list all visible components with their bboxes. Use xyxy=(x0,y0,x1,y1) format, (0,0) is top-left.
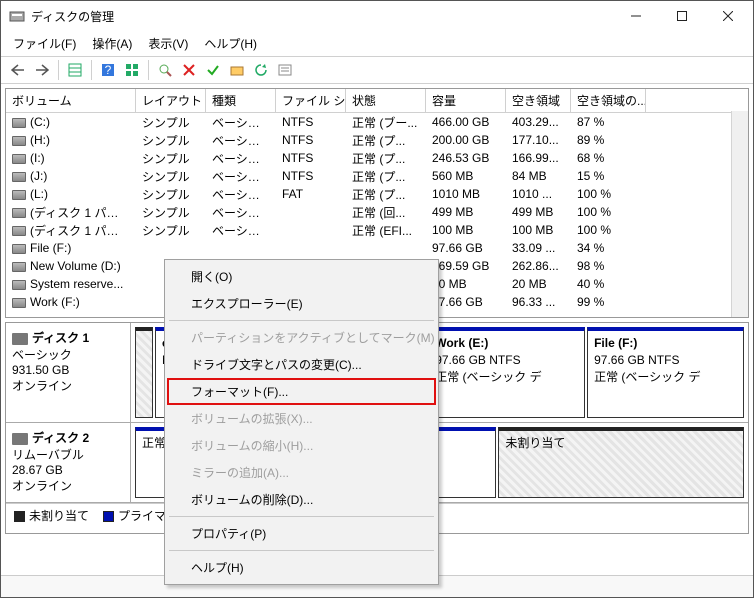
context-menu: 開く(O) エクスプローラー(E) パーティションをアクティブとしてマーク(M)… xyxy=(164,259,439,585)
table-row[interactable]: (C:) シンプルベーシック NTFS正常 (ブー... 466.00 GB40… xyxy=(6,113,748,131)
menu-action[interactable]: 操作(A) xyxy=(86,33,138,54)
disk-size: 28.67 GB xyxy=(12,463,124,477)
ctx-open[interactable]: 開く(O) xyxy=(167,263,436,290)
table-row[interactable]: (J:) シンプルベーシック NTFS正常 (プ... 560 MB84 MB1… xyxy=(6,167,748,185)
partition[interactable]: Work (E:)97.66 GB NTFS正常 (ベーシック デ xyxy=(428,327,585,418)
table-row[interactable]: (L:) シンプルベーシック FAT正常 (プ... 1010 MB1010 .… xyxy=(6,185,748,203)
col-layout[interactable]: レイアウト xyxy=(136,89,206,112)
back-button[interactable] xyxy=(7,59,29,81)
close-button[interactable] xyxy=(705,1,751,31)
refresh-icon[interactable] xyxy=(250,59,272,81)
disk-title: ディスク 2 xyxy=(32,431,89,445)
table-view-icon[interactable] xyxy=(64,59,86,81)
ctx-mark-active: パーティションをアクティブとしてマーク(M) xyxy=(167,324,436,351)
col-status[interactable]: 状態 xyxy=(346,89,426,112)
search-icon[interactable] xyxy=(154,59,176,81)
ctx-change-letter[interactable]: ドライブ文字とパスの変更(C)... xyxy=(167,351,436,378)
menu-bar: ファイル(F) 操作(A) 表示(V) ヘルプ(H) xyxy=(1,31,753,56)
ctx-extend: ボリュームの拡張(X)... xyxy=(167,405,436,432)
col-fs[interactable]: ファイル シ... xyxy=(276,89,346,112)
col-capacity[interactable]: 容量 xyxy=(426,89,506,112)
maximize-button[interactable] xyxy=(659,1,705,31)
disk-type: ベーシック xyxy=(12,346,124,363)
disk-info[interactable]: ディスク 1 ベーシック 931.50 GB オンライン xyxy=(6,323,131,422)
app-icon xyxy=(9,8,25,24)
list-header: ボリューム レイアウト 種類 ファイル シ... 状態 容量 空き領域 空き領域… xyxy=(6,89,748,113)
folder-icon[interactable] xyxy=(226,59,248,81)
toolbar: ? xyxy=(1,56,753,84)
menu-help[interactable]: ヘルプ(H) xyxy=(198,33,263,54)
delete-icon[interactable] xyxy=(178,59,200,81)
disk-info[interactable]: ディスク 2 リムーバブル 28.67 GB オンライン xyxy=(6,423,131,502)
ctx-mirror: ミラーの追加(A)... xyxy=(167,459,436,486)
table-row[interactable]: (ディスク 1 パーテ... シンプルベーシック 正常 (EFI... 100 … xyxy=(6,221,748,239)
partition-gap[interactable] xyxy=(135,327,153,418)
ctx-format[interactable]: フォーマット(F)... xyxy=(167,378,436,405)
disk-icon xyxy=(12,333,28,345)
title-bar: ディスクの管理 xyxy=(1,1,753,31)
list-icon[interactable] xyxy=(274,59,296,81)
ctx-properties[interactable]: プロパティ(P) xyxy=(167,520,436,547)
ctx-delete[interactable]: ボリュームの削除(D)... xyxy=(167,486,436,513)
disk-icon xyxy=(12,433,28,445)
window-title: ディスクの管理 xyxy=(31,8,613,25)
ctx-help[interactable]: ヘルプ(H) xyxy=(167,554,436,581)
legend-unalloc: 未割り当て xyxy=(29,509,89,523)
check-icon[interactable] xyxy=(202,59,224,81)
minimize-button[interactable] xyxy=(613,1,659,31)
disk-type: リムーバブル xyxy=(12,446,124,463)
table-row[interactable]: File (F:) 97.66 GB33.09 ...34 % xyxy=(6,239,748,257)
ctx-explorer[interactable]: エクスプローラー(E) xyxy=(167,290,436,317)
disk-size: 931.50 GB xyxy=(12,363,124,377)
partition-unallocated[interactable]: 未割り当て xyxy=(498,427,744,498)
col-volume[interactable]: ボリューム xyxy=(6,89,136,112)
disk-title: ディスク 1 xyxy=(32,331,89,345)
table-row[interactable]: (H:) シンプルベーシック NTFS正常 (プ... 200.00 GB177… xyxy=(6,131,748,149)
disk-state: オンライン xyxy=(12,477,124,494)
help-icon[interactable]: ? xyxy=(97,59,119,81)
col-type[interactable]: 種類 xyxy=(206,89,276,112)
disk-state: オンライン xyxy=(12,377,124,394)
partition[interactable]: File (F:)97.66 GB NTFS正常 (ベーシック デ xyxy=(587,327,744,418)
menu-view[interactable]: 表示(V) xyxy=(142,33,194,54)
ctx-shrink: ボリュームの縮小(H)... xyxy=(167,432,436,459)
table-row[interactable]: (I:) シンプルベーシック NTFS正常 (プ... 246.53 GB166… xyxy=(6,149,748,167)
legend-primary-swatch xyxy=(103,511,114,522)
col-free[interactable]: 空き領域 xyxy=(506,89,571,112)
col-freepct[interactable]: 空き領域の... xyxy=(571,89,646,112)
table-row[interactable]: (ディスク 1 パーテ... シンプルベーシック 正常 (回... 499 MB… xyxy=(6,203,748,221)
forward-button[interactable] xyxy=(31,59,53,81)
menu-file[interactable]: ファイル(F) xyxy=(7,33,82,54)
scrollbar[interactable] xyxy=(731,111,748,317)
tiles-icon[interactable] xyxy=(121,59,143,81)
svg-text:?: ? xyxy=(105,63,112,77)
legend-unalloc-swatch xyxy=(14,511,25,522)
